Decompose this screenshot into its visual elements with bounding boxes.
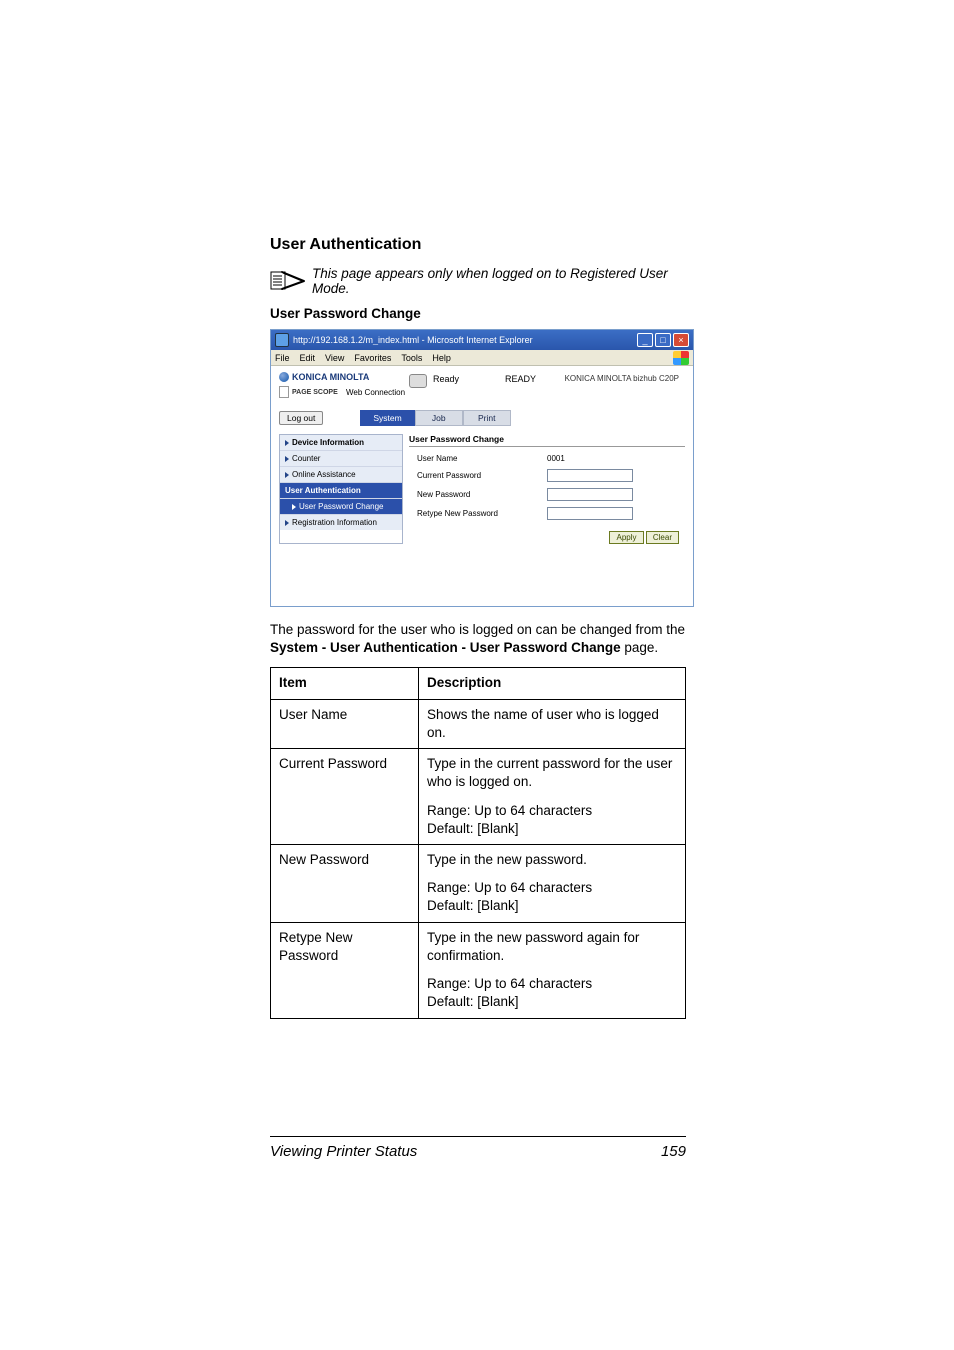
th-item: Item [271,668,419,699]
cell-retype-password-desc: Type in the new password again for confi… [419,922,686,1018]
minimize-icon: _ [637,333,653,347]
cell-current-password: Current Password [271,749,419,845]
label-current-password: Current Password [417,471,507,480]
sidebar-item-user-auth: User Authentication [280,483,402,499]
panel-title: User Password Change [409,434,685,447]
subsection-heading: User Password Change [270,306,686,321]
tabs: System Job Print [360,410,510,426]
cell-new-password: New Password [271,844,419,922]
cell-retype-password: Retype New Password [271,922,419,1018]
note-text: This page appears only when logged on to… [312,266,686,296]
description-paragraph: The password for the user who is logged … [270,621,686,657]
footer-page-number: 159 [661,1143,686,1160]
new-password-input [547,488,633,501]
apply-button: Apply [609,531,643,544]
brand-logo: KONICA MINOLTA [279,372,409,382]
menu-bar: File Edit View Favorites Tools Help [271,350,693,366]
ready-label: Ready [433,374,459,398]
tab-job: Job [415,410,463,426]
tab-system: System [360,410,414,426]
clear-button: Clear [646,531,679,544]
page-icon [279,386,289,398]
description-table: Item Description User Name Shows the nam… [270,667,686,1018]
menu-edit: Edit [300,353,316,363]
windows-flag-icon [673,351,689,365]
section-heading: User Authentication [270,236,686,254]
current-password-input [547,469,633,482]
cell-current-password-desc: Type in the current password for the use… [419,749,686,845]
sidebar-item-counter: Counter [280,451,402,467]
footer-title: Viewing Printer Status [270,1143,417,1160]
menu-favorites: Favorites [354,353,391,363]
ready-status: READY [505,374,536,398]
menu-file: File [275,353,290,363]
label-user-name: User Name [417,454,507,463]
retype-password-input [547,507,633,520]
cell-new-password-desc: Type in the new password. Range: Up to 6… [419,844,686,922]
note-row: This page appears only when logged on to… [270,266,686,296]
label-retype-password: Retype New Password [417,509,507,518]
sidebar-item-device-info: Device Information [280,435,402,451]
label-new-password: New Password [417,490,507,499]
close-icon: × [673,333,689,347]
model-name: KONICA MINOLTA bizhub C20P [565,372,685,398]
main-panel: User Password Change User Name 0001 Curre… [409,434,685,544]
window-titlebar: http://192.168.1.2/m_index.html - Micros… [271,330,693,350]
page-footer: Viewing Printer Status 159 [270,1136,686,1160]
logout-button: Log out [279,411,323,425]
brand-dot-icon [279,372,289,382]
menu-tools: Tools [401,353,422,363]
window-title: http://192.168.1.2/m_index.html - Micros… [293,335,637,345]
menu-help: Help [432,353,451,363]
sidebar-item-online: Online Assistance [280,467,402,483]
maximize-icon: □ [655,333,671,347]
sidebar: Device Information Counter Online Assist… [279,434,403,544]
note-icon [270,269,312,296]
subbrand: PAGE SCOPE Web Connection [279,386,409,398]
ie-icon [275,333,289,347]
menu-view: View [325,353,344,363]
cell-user-name: User Name [271,699,419,748]
screenshot: http://192.168.1.2/m_index.html - Micros… [270,329,694,607]
cell-user-name-desc: Shows the name of user who is logged on. [419,699,686,748]
value-user-name: 0001 [547,454,565,463]
th-description: Description [419,668,686,699]
sidebar-item-registration: Registration Information [280,515,402,530]
tab-print: Print [463,410,511,426]
printer-icon [409,374,427,388]
sidebar-item-user-password-change: User Password Change [280,499,402,515]
